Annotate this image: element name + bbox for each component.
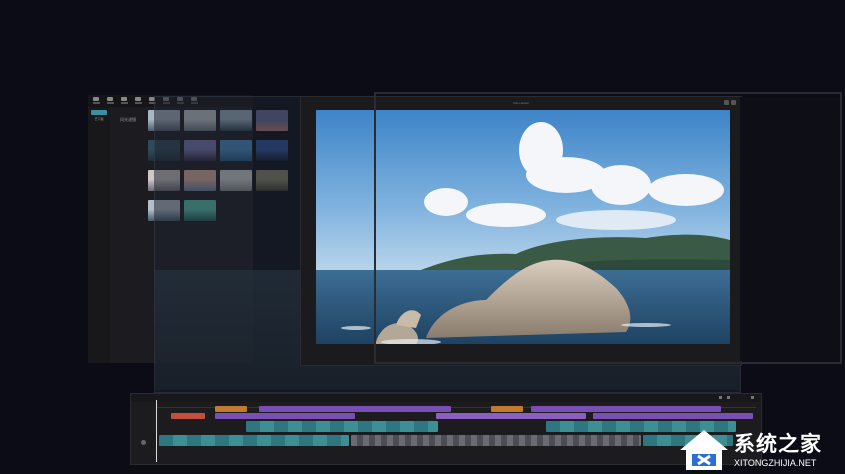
watermark: 系统之家 XITONGZHIJIA.NET <box>676 422 844 474</box>
timeline <box>130 393 762 465</box>
media-icon[interactable] <box>92 97 100 105</box>
effect-clip[interactable] <box>436 413 586 419</box>
sidenav-item-label: 已下载 <box>94 117 104 121</box>
right-panel <box>740 97 840 361</box>
sidenav-item-filters[interactable] <box>91 110 107 115</box>
effect-clip[interactable] <box>259 406 451 412</box>
text-clip[interactable] <box>215 406 247 412</box>
text-clip[interactable] <box>491 406 523 412</box>
sticker-icon[interactable] <box>134 97 142 105</box>
audio-clip[interactable] <box>351 435 641 446</box>
effect-clip[interactable] <box>593 413 753 419</box>
text-clip[interactable] <box>171 413 205 419</box>
house-logo-icon <box>680 430 728 470</box>
watermark-title: 系统之家 <box>734 433 822 456</box>
zoom-slider[interactable] <box>727 396 730 399</box>
zoom-in-icon[interactable] <box>751 396 754 399</box>
category-label: 风光滤镜 <box>120 117 136 122</box>
watermark-url: XITONGZHIJIA.NET <box>734 458 817 468</box>
text-icon[interactable] <box>120 97 128 105</box>
filter-sidenav: 已下载 <box>88 107 110 363</box>
effect-clip[interactable] <box>531 406 721 412</box>
track-visibility-icon[interactable] <box>141 440 146 445</box>
video-clip[interactable] <box>159 435 349 446</box>
zoom-out-icon[interactable] <box>719 396 722 399</box>
audio-icon[interactable] <box>106 97 114 105</box>
effect-clip[interactable] <box>215 413 355 419</box>
video-clip[interactable] <box>246 421 438 432</box>
playhead[interactable] <box>156 400 157 462</box>
